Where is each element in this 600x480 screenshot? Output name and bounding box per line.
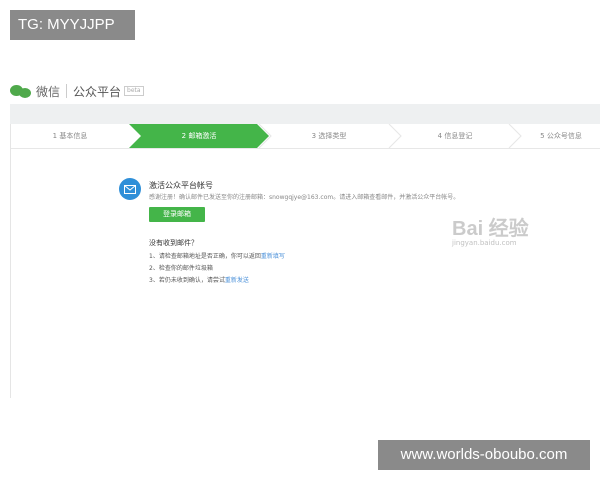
top-header: 微信 公众平台 beta [10, 78, 600, 104]
progress-steps: 1 基本信息 2 邮箱激活 3 选择类型 4 信息登记 5 公众号信息 [11, 124, 600, 149]
wechat-logo-icon [10, 83, 32, 99]
help-item-text: 2、检查你的邮件垃圾箱 [149, 265, 213, 272]
help-item-text: 1、请检查邮箱地址是否正确，你可以返回 [149, 253, 261, 260]
watermark-url: jingyan.baidu.com [452, 239, 517, 247]
step-basic-info: 1 基本信息 [52, 132, 88, 140]
login-email-button[interactable]: 登录邮箱 [149, 207, 205, 222]
watermark-logo: Bai 经验 [452, 218, 529, 240]
url-overlay-label: www.worlds-oboubo.com [378, 440, 590, 470]
step-info-register: 4 信息登记 [437, 132, 473, 140]
brand-name: 微信 [36, 84, 61, 99]
help-title: 没有收到邮件？ [149, 239, 198, 247]
help-item-2: 2、检查你的邮件垃圾箱 [149, 263, 213, 272]
refill-link[interactable]: 重新填写 [261, 253, 285, 260]
help-item-1: 1、请检查邮箱地址是否正确，你可以返回重新填写 [149, 251, 285, 260]
header-gray-bar [10, 104, 600, 124]
step-divider-4 [508, 124, 522, 148]
beta-badge: beta [124, 86, 144, 96]
platform-title: 公众平台 [73, 84, 122, 99]
step-select-type: 3 选择类型 [311, 132, 347, 140]
baidu-watermark: Bai 经验 jingyan.baidu.com [452, 212, 572, 260]
main-content: 1 基本信息 2 邮箱激活 3 选择类型 4 信息登记 5 公众号信息 激活公众… [10, 124, 600, 398]
activation-description: 感谢注册！确认邮件已发送至你的注册邮箱：snowgqjye@163.com。请进… [149, 194, 460, 201]
step-account-info: 5 公众号信息 [540, 132, 582, 140]
step-email-activation: 2 邮箱激活 [181, 132, 217, 140]
resend-link[interactable]: 重新发送 [225, 277, 249, 284]
help-item-text: 3、若仍未收到确认，请尝试 [149, 277, 225, 284]
activation-title: 激活公众平台帐号 [149, 181, 213, 190]
tg-overlay-label: TG: MYYJJPP [10, 10, 135, 40]
step-divider-3 [388, 124, 402, 148]
help-item-3: 3、若仍未收到确认，请尝试重新发送 [149, 275, 249, 284]
mail-icon [119, 178, 141, 200]
brand-divider [66, 84, 68, 98]
